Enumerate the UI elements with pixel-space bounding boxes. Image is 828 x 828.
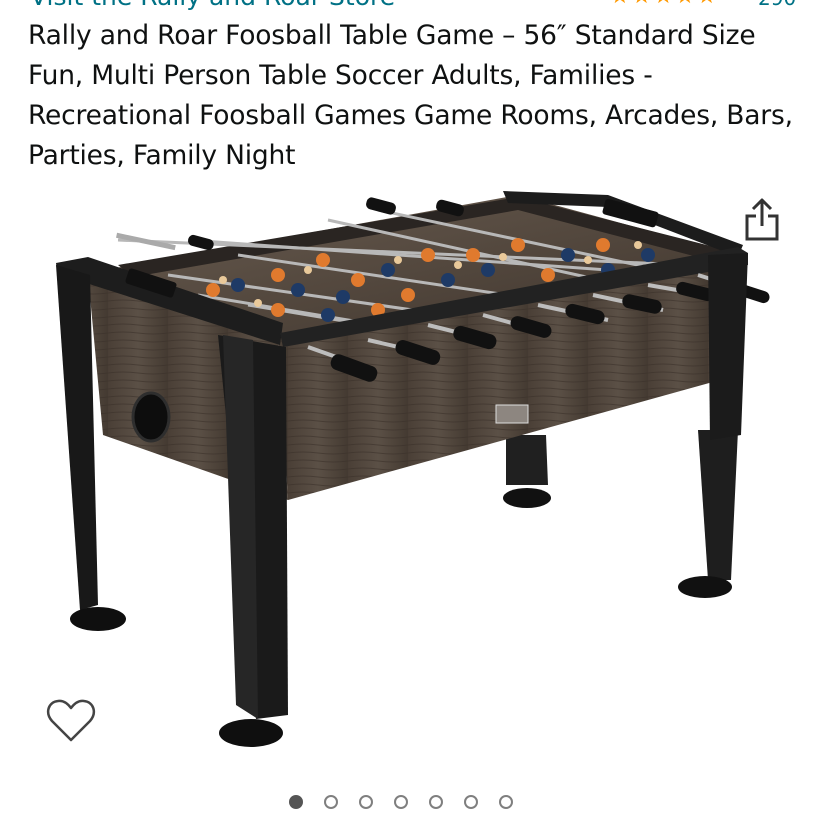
product-image[interactable] [48,185,788,760]
product-title: Rally and Roar Foosball Table Game – 56″… [28,20,793,171]
top-bar: Visit the Rally and Roar Store ★★★★★ 290 [0,0,828,14]
rating-count[interactable]: 290 [758,0,796,10]
carousel-dot[interactable] [359,795,373,809]
carousel-dot[interactable] [394,795,408,809]
carousel-dot[interactable] [499,795,513,809]
carousel-dot[interactable] [429,795,443,809]
carousel-dots [289,795,513,815]
heart-icon[interactable] [46,698,96,744]
carousel-dot[interactable] [289,795,303,809]
carousel-dot[interactable] [464,795,478,809]
store-link[interactable]: Visit the Rally and Roar Store [30,0,395,11]
rating-stars[interactable]: ★★★★★ [610,0,719,9]
carousel-dot[interactable] [324,795,338,809]
